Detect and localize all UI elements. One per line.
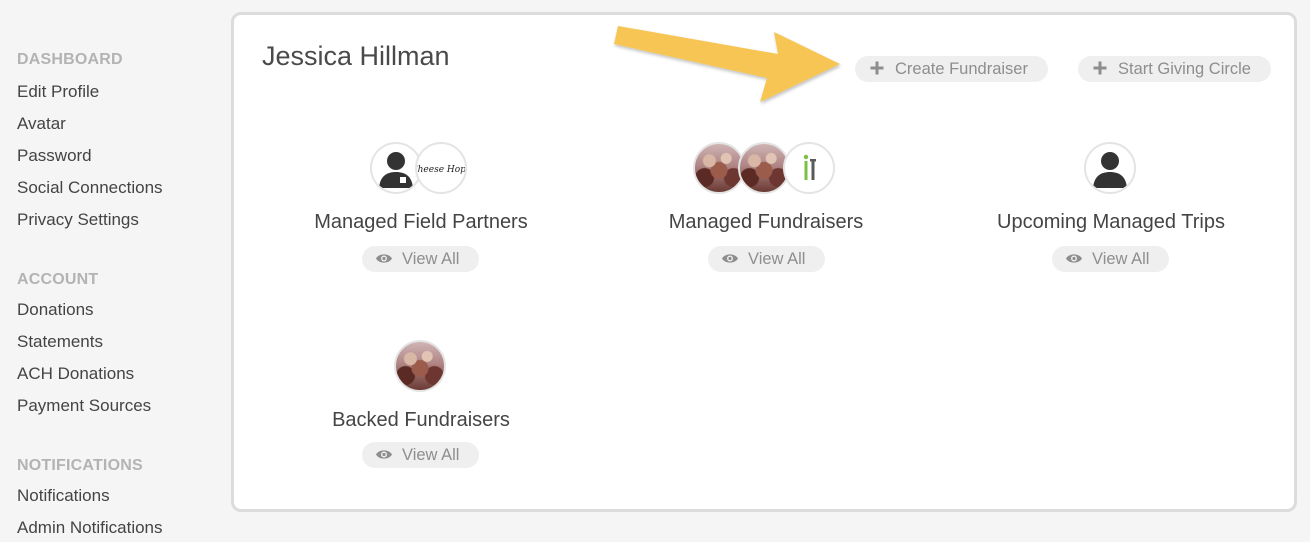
sidebar-item-avatar[interactable]: Avatar: [17, 114, 66, 134]
backed-fundraiser-photo-avatar[interactable]: [394, 340, 446, 392]
section-title-backed-fundraisers: Backed Fundraisers: [332, 409, 510, 431]
eye-icon: [722, 254, 738, 263]
sidebar-item-social-connections[interactable]: Social Connections: [17, 178, 163, 198]
start-giving-circle-label: Start Giving Circle: [1118, 60, 1251, 78]
view-all-field-partners-button[interactable]: View All: [362, 246, 479, 272]
cheese-logo-icon: Cheese Hope: [417, 165, 465, 175]
person-avatar[interactable]: [1084, 142, 1136, 194]
view-all-label: View All: [748, 250, 806, 268]
create-fundraiser-button[interactable]: Create Fundraiser: [855, 56, 1048, 82]
fundraiser-logo-avatar[interactable]: [783, 142, 835, 194]
annotation-arrow-icon: [614, 26, 840, 102]
sidebar-item-privacy-settings[interactable]: Privacy Settings: [17, 210, 139, 230]
sidebar-heading-dashboard: DASHBOARD: [17, 51, 123, 68]
sidebar-item-admin-notifications[interactable]: Admin Notifications: [17, 518, 163, 538]
sidebar-item-ach-donations[interactable]: ACH Donations: [17, 364, 134, 384]
sidebar-item-payment-sources[interactable]: Payment Sources: [17, 396, 151, 416]
section-title-field-partners: Managed Field Partners: [314, 211, 528, 233]
eye-icon: [376, 450, 392, 459]
sidebar-heading-account: ACCOUNT: [17, 271, 99, 288]
page-title: Jessica Hillman: [262, 41, 450, 71]
svg-text:Cheese Hope: Cheese Hope: [417, 165, 465, 175]
create-fundraiser-label: Create Fundraiser: [895, 60, 1028, 78]
view-all-label: View All: [1092, 250, 1150, 268]
sidebar-item-statements[interactable]: Statements: [17, 332, 103, 352]
sidebar-item-edit-profile[interactable]: Edit Profile: [17, 82, 99, 102]
section-title-managed-trips: Upcoming Managed Trips: [997, 211, 1225, 233]
person-icon: [1093, 152, 1127, 188]
sidebar-item-password[interactable]: Password: [17, 146, 92, 166]
view-all-fundraisers-button[interactable]: View All: [708, 246, 825, 272]
sidebar-item-donations[interactable]: Donations: [17, 300, 94, 320]
view-all-label: View All: [402, 250, 460, 268]
fundraiser-logo-icon: [803, 154, 816, 180]
section-title-managed-fundraisers: Managed Fundraisers: [668, 211, 864, 233]
eye-icon: [376, 254, 392, 263]
plus-icon: [870, 61, 884, 75]
eye-icon: [1066, 254, 1082, 263]
start-giving-circle-button[interactable]: Start Giving Circle: [1078, 56, 1271, 82]
sidebar-heading-notifications: NOTIFICATIONS: [17, 457, 143, 474]
field-partner-logo-avatar[interactable]: Cheese Hope: [415, 142, 467, 194]
plus-icon: [1093, 61, 1107, 75]
view-all-backed-button[interactable]: View All: [362, 442, 479, 468]
person-icon: [379, 152, 413, 188]
view-all-trips-button[interactable]: View All: [1052, 246, 1169, 272]
view-all-label: View All: [402, 446, 460, 464]
sidebar-item-notifications[interactable]: Notifications: [17, 486, 110, 506]
